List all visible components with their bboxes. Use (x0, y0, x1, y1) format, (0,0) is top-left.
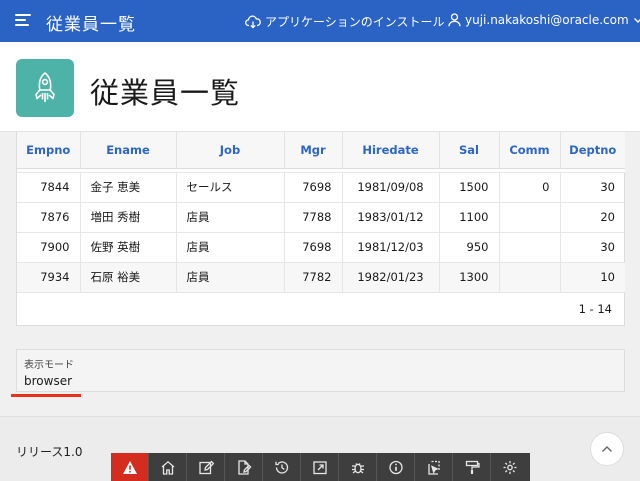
edit-icon (198, 460, 214, 474)
table-row: 7876 増田 秀樹 店員 7788 1983/01/12 1100 20 (17, 202, 625, 233)
cell-comm: 0 (499, 172, 561, 203)
chevron-up-icon (602, 446, 612, 452)
chevron-down-icon (633, 17, 640, 23)
cell-job: 店員 (176, 202, 285, 233)
cell-empno: 7900 (17, 232, 81, 263)
cell-job: 店員 (176, 232, 285, 263)
warning-button[interactable] (111, 453, 149, 481)
cell-mgr: 7782 (284, 262, 343, 293)
session-button[interactable] (263, 453, 301, 481)
table-row: 7900 佐野 英樹 店員 7698 1981/12/03 950 30 (17, 232, 625, 263)
report-region: Empno Ename Job Mgr Hiredate Sal Comm De… (16, 132, 625, 326)
page-title: 従業員一覧 (90, 76, 241, 110)
cell-mgr: 7698 (284, 232, 343, 263)
cell-hiredate: 1982/01/23 (342, 262, 440, 293)
view-debug-button[interactable] (301, 453, 339, 481)
edit-application-button[interactable] (187, 453, 225, 481)
release-version: リリース1.0 (16, 445, 83, 459)
cell-comm (499, 232, 561, 263)
debug-icon (351, 462, 364, 474)
column-header-sal[interactable]: Sal (439, 132, 500, 169)
cell-empno: 7844 (17, 172, 81, 203)
install-app-link[interactable]: アプリケーションのインストール (245, 13, 445, 30)
theme-icon (465, 460, 480, 474)
rocket-icon (16, 59, 74, 117)
cell-comm (499, 202, 561, 233)
cell-job: セールス (176, 172, 285, 203)
cell-empno: 7934 (17, 262, 81, 293)
cell-deptno: 20 (560, 202, 625, 233)
cell-ename: 金子 恵美 (80, 172, 177, 203)
scroll-to-top-button[interactable] (590, 432, 624, 466)
cell-deptno: 30 (560, 172, 625, 203)
cell-hiredate: 1981/12/03 (342, 232, 440, 263)
settings-icon (503, 460, 517, 474)
top-navigation-bar: 従業員一覧 アプリケーションのインストール yuji.nakakoshi@ora… (0, 0, 640, 42)
cell-empno: 7876 (17, 202, 81, 233)
user-icon (448, 13, 461, 27)
cell-ename: 増田 秀樹 (80, 202, 177, 233)
cell-sal: 950 (439, 232, 500, 263)
home-icon (161, 460, 174, 475)
menu-icon[interactable] (15, 14, 31, 28)
cell-hiredate: 1983/01/12 (342, 202, 440, 233)
quick-edit-button[interactable] (415, 453, 453, 481)
page-info-button[interactable] (377, 453, 415, 481)
column-header-deptno[interactable]: Deptno (560, 132, 625, 169)
column-header-job[interactable]: Job (176, 132, 285, 169)
history-icon (274, 460, 288, 474)
cell-job: 店員 (176, 262, 285, 293)
share-icon (312, 460, 327, 474)
install-app-label: アプリケーションのインストール (265, 15, 445, 29)
user-name: yuji.nakakoshi@oracle.com (465, 13, 629, 27)
column-header-hiredate[interactable]: Hiredate (342, 132, 440, 169)
cell-deptno: 10 (560, 262, 625, 293)
cell-mgr: 7698 (284, 172, 343, 203)
display-mode-label: 表示モード (24, 360, 74, 371)
table-header-row: Empno Ename Job Mgr Hiredate Sal Comm De… (17, 132, 625, 169)
cell-sal: 1100 (439, 202, 500, 233)
table-row: 7934 石原 裕美 店員 7782 1982/01/23 1300 10 (17, 262, 625, 293)
cell-ename: 佐野 英樹 (80, 232, 177, 263)
app-title[interactable]: 従業員一覧 (46, 10, 136, 35)
theme-roller-button[interactable] (453, 453, 491, 481)
cloud-download-icon (245, 14, 261, 29)
info-icon (388, 460, 403, 474)
employee-table: Empno Ename Job Mgr Hiredate Sal Comm De… (17, 132, 625, 293)
column-header-comm[interactable]: Comm (499, 132, 561, 169)
display-mode-field: 表示モード browser (16, 349, 625, 392)
display-mode-value: browser (24, 374, 73, 388)
cell-hiredate: 1981/09/08 (342, 172, 440, 203)
pagination-info: 1 - 14 (578, 302, 612, 316)
column-header-ename[interactable]: Ename (80, 132, 177, 169)
debug-button[interactable] (339, 453, 377, 481)
cell-ename: 石原 裕美 (80, 262, 177, 293)
cell-comm (499, 262, 561, 293)
cell-mgr: 7788 (284, 202, 343, 233)
cell-deptno: 30 (560, 232, 625, 263)
select-icon (427, 460, 440, 475)
settings-button[interactable] (491, 453, 529, 481)
table-row: 7844 金子 恵美 セールス 7698 1981/09/08 1500 0 3… (17, 172, 625, 203)
developer-toolbar (111, 453, 530, 481)
cell-sal: 1500 (439, 172, 500, 203)
cell-sal: 1300 (439, 262, 500, 293)
column-header-empno[interactable]: Empno (17, 132, 81, 169)
column-header-mgr[interactable]: Mgr (284, 132, 343, 169)
edit-page-icon (237, 459, 252, 475)
field-underline (11, 394, 81, 397)
user-menu[interactable]: yuji.nakakoshi@oracle.com (448, 13, 640, 27)
page-hero-region: 従業員一覧 (0, 42, 640, 132)
home-button[interactable] (149, 453, 187, 481)
warning-icon (122, 460, 137, 474)
edit-page-button[interactable] (225, 453, 263, 481)
